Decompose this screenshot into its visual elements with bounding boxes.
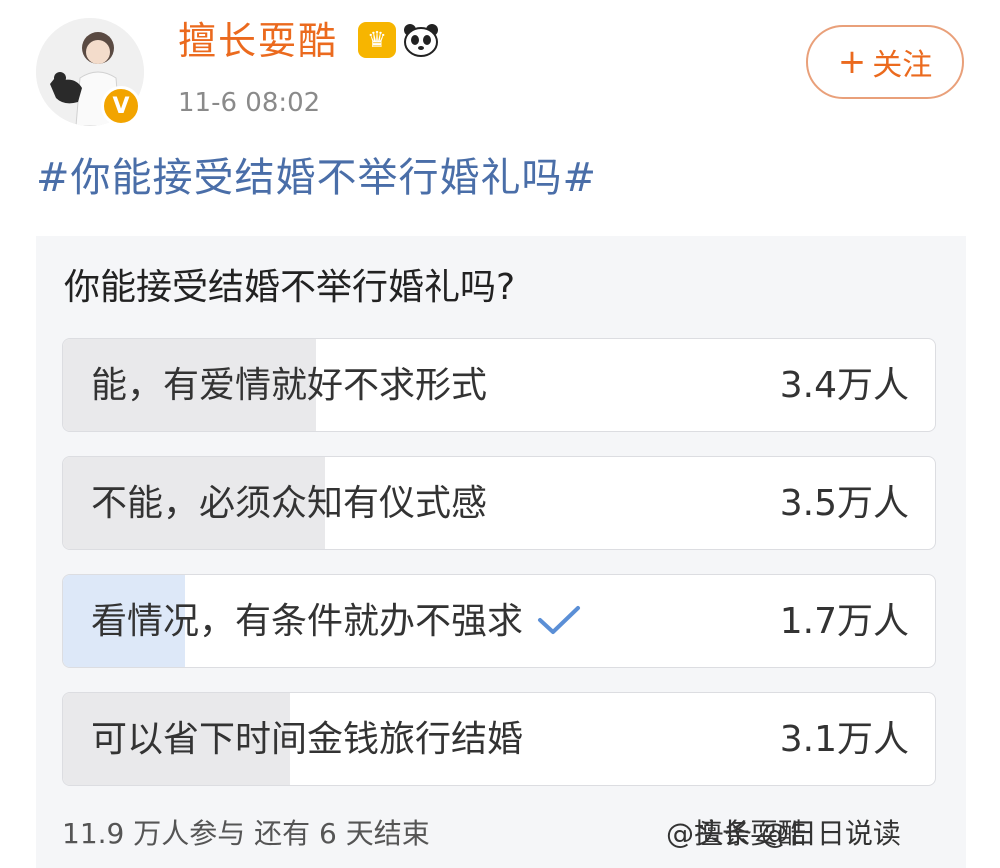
poll-option-count: 3.4万人 <box>779 365 909 406</box>
topic-hashtag[interactable]: #你能接受结婚不举行婚礼吗# <box>36 148 597 208</box>
crown-badge-icon: ♛ <box>358 22 396 58</box>
poll-option[interactable]: 看情况，有条件就办不强求 1.7万人 <box>62 574 936 668</box>
verified-v-icon: V <box>101 86 141 126</box>
checkmark-icon <box>538 606 581 634</box>
watermark: @擅长耍酷头条 @日日说读 <box>666 814 901 854</box>
username[interactable]: 擅长耍酷 <box>178 16 338 66</box>
poll-question: 你能接受结婚不举行婚礼吗? <box>64 267 516 308</box>
poll-option-count: 1.7万人 <box>779 601 909 642</box>
poll-option-count: 3.1万人 <box>779 719 909 760</box>
poll-option-count: 3.5万人 <box>779 483 909 524</box>
post-timestamp: 11-6 08:02 <box>178 88 321 118</box>
poll-option-label: 能，有爱情就好不求形式 <box>91 365 488 406</box>
poll-option-label: 看情况，有条件就办不强求 <box>91 575 581 667</box>
follow-button-label: 关注 <box>872 48 933 83</box>
user-badges: ♛ <box>358 22 440 58</box>
poll-stats: 11.9 万人参与 还有 6 天结束 <box>62 817 430 850</box>
poll-card: 你能接受结婚不举行婚礼吗? 能，有爱情就好不求形式 3.4万人 不能，必须众知有… <box>36 236 966 868</box>
watermark-overlay: 头条 @日日说读 <box>696 817 901 850</box>
poll-option-label-text: 看情况，有条件就办不强求 <box>91 601 524 642</box>
poll-option[interactable]: 可以省下时间金钱旅行结婚 3.1万人 <box>62 692 936 786</box>
plus-icon: + <box>837 42 867 82</box>
poll-option-label: 可以省下时间金钱旅行结婚 <box>91 719 524 760</box>
panda-badge-icon <box>404 24 438 57</box>
poll-option-label: 不能，必须众知有仪式感 <box>91 483 488 524</box>
poll-option[interactable]: 不能，必须众知有仪式感 3.5万人 <box>62 456 936 550</box>
follow-button[interactable]: + 关注 <box>806 25 964 99</box>
poll-option[interactable]: 能，有爱情就好不求形式 3.4万人 <box>62 338 936 432</box>
